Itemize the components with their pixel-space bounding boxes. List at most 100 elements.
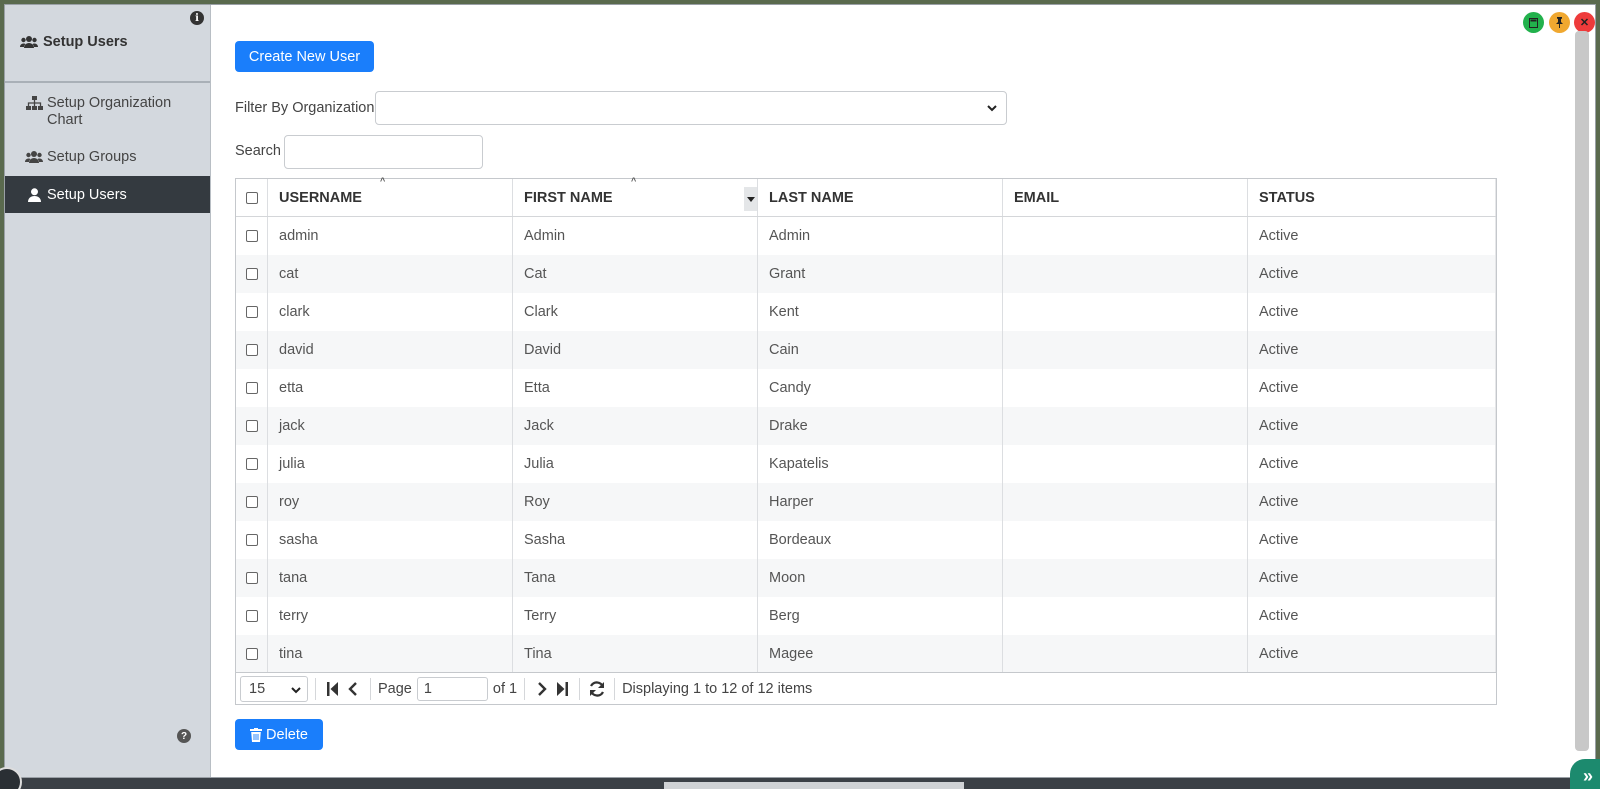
table-cell: Grant xyxy=(758,255,1003,293)
search-input[interactable] xyxy=(284,135,483,169)
table-row[interactable]: roy Roy Harper Active xyxy=(236,483,1496,521)
row-select-cell xyxy=(236,407,268,445)
previous-page-icon[interactable] xyxy=(343,679,363,699)
organization-select[interactable] xyxy=(375,91,1007,125)
table-cell: Kent xyxy=(758,293,1003,331)
table-cell: Sasha xyxy=(513,521,758,559)
table-cell: Active xyxy=(1248,407,1496,445)
table-cell xyxy=(1003,217,1248,255)
sidebar-item-groups[interactable]: Setup Groups xyxy=(5,149,210,165)
table-body: admin Admin Admin Active cat Cat Grant Active cl… xyxy=(236,217,1496,673)
column-header-last-name[interactable]: LAST NAME xyxy=(758,179,1003,216)
sidebar-header: Setup Users i xyxy=(5,5,210,83)
table-cell xyxy=(1003,597,1248,635)
table-row[interactable]: sasha Sasha Bordeaux Active xyxy=(236,521,1496,559)
row-checkbox[interactable] xyxy=(245,534,258,546)
first-page-icon[interactable] xyxy=(323,679,343,699)
table-row[interactable]: jack Jack Drake Active xyxy=(236,407,1496,445)
last-page-icon[interactable] xyxy=(552,679,572,699)
row-checkbox[interactable] xyxy=(245,344,258,356)
table-cell: tina xyxy=(268,635,513,673)
table-cell: Active xyxy=(1248,559,1496,597)
row-select-cell xyxy=(236,293,268,331)
refresh-icon[interactable] xyxy=(587,679,607,699)
table-cell: jack xyxy=(268,407,513,445)
table-row[interactable]: david David Cain Active xyxy=(236,331,1496,369)
table-row[interactable]: tana Tana Moon Active xyxy=(236,559,1496,597)
page-number-value: 1 xyxy=(423,680,432,697)
page-size-select[interactable]: 15 xyxy=(240,675,308,702)
close-icon[interactable]: ✕ xyxy=(1574,12,1595,33)
table-cell: Cain xyxy=(758,331,1003,369)
table-cell: Etta xyxy=(513,369,758,407)
table-cell: Drake xyxy=(758,407,1003,445)
table-cell: Admin xyxy=(513,217,758,255)
table-cell xyxy=(1003,369,1248,407)
row-select-cell xyxy=(236,635,268,673)
row-checkbox[interactable] xyxy=(245,230,258,242)
row-select-cell xyxy=(236,217,268,255)
pager-separator xyxy=(370,677,371,700)
table-row[interactable]: admin Admin Admin Active xyxy=(236,217,1496,255)
table-cell: Admin xyxy=(758,217,1003,255)
column-header-email[interactable]: EMAIL xyxy=(1003,179,1248,216)
column-menu-dropdown-icon[interactable] xyxy=(744,187,757,211)
table-row[interactable]: etta Etta Candy Active xyxy=(236,369,1496,407)
row-checkbox[interactable] xyxy=(245,420,258,432)
row-checkbox[interactable] xyxy=(245,648,258,660)
column-header-username[interactable]: ^ USERNAME xyxy=(268,176,513,216)
table-cell: Moon xyxy=(758,559,1003,597)
sidebar-item-org-chart[interactable]: Setup Organization Chart xyxy=(5,95,210,129)
row-checkbox[interactable] xyxy=(245,610,258,622)
table-cell: clark xyxy=(268,293,513,331)
users-icon xyxy=(25,150,43,164)
pager-separator xyxy=(579,677,581,700)
row-checkbox[interactable] xyxy=(245,268,258,280)
app-window: Setup Users i Setup Organization Chart S… xyxy=(4,4,1596,778)
table-cell: Active xyxy=(1248,293,1496,331)
table-cell: Candy xyxy=(758,369,1003,407)
column-header-label: LAST NAME xyxy=(769,189,854,206)
table-cell: Active xyxy=(1248,369,1496,407)
column-header-status[interactable]: STATUS xyxy=(1248,179,1496,216)
row-select-cell xyxy=(236,369,268,407)
table-cell: Clark xyxy=(513,293,758,331)
vertical-scrollbar[interactable] xyxy=(1575,31,1589,751)
column-header-label: EMAIL xyxy=(1014,189,1060,206)
page-label: Page xyxy=(378,680,412,697)
table-row[interactable]: tina Tina Magee Active xyxy=(236,635,1496,673)
page-number-input[interactable]: 1 xyxy=(416,676,488,701)
sidebar-item-users[interactable]: Setup Users xyxy=(5,176,210,213)
page-of-label: of 1 xyxy=(492,680,518,697)
create-new-user-button[interactable]: Create New User xyxy=(235,41,374,72)
table-cell: Julia xyxy=(513,445,758,483)
row-checkbox[interactable] xyxy=(245,458,258,470)
sidebar-title-text: Setup Users xyxy=(43,34,128,50)
table-row[interactable]: julia Julia Kapatelis Active xyxy=(236,445,1496,483)
table-row[interactable]: cat Cat Grant Active xyxy=(236,255,1496,293)
search-label: Search xyxy=(235,143,281,159)
row-checkbox[interactable] xyxy=(245,572,258,584)
taskbar-window-tab[interactable] xyxy=(664,782,964,789)
select-all-checkbox[interactable] xyxy=(245,191,258,204)
pin-icon[interactable] xyxy=(1549,12,1570,33)
delete-button[interactable]: Delete xyxy=(235,719,323,750)
expand-chevrons-icon[interactable]: » xyxy=(1570,759,1600,789)
table-cell xyxy=(1003,521,1248,559)
sitemap-icon xyxy=(25,96,43,110)
column-header-first-name[interactable]: ^ FIRST NAME xyxy=(513,176,758,216)
table-cell: Active xyxy=(1248,445,1496,483)
taskbar xyxy=(0,778,1600,789)
table-cell: Terry xyxy=(513,597,758,635)
info-icon[interactable]: i xyxy=(190,11,204,25)
help-icon[interactable]: ? xyxy=(177,729,191,743)
table-row[interactable]: clark Clark Kent Active xyxy=(236,293,1496,331)
table-row[interactable]: terry Terry Berg Active xyxy=(236,597,1496,635)
row-checkbox[interactable] xyxy=(245,382,258,394)
pager-separator xyxy=(614,677,616,700)
calculator-icon[interactable] xyxy=(1523,12,1544,33)
row-checkbox[interactable] xyxy=(245,306,258,318)
row-checkbox[interactable] xyxy=(245,496,258,508)
next-page-icon[interactable] xyxy=(532,679,552,699)
table-cell: Jack xyxy=(513,407,758,445)
